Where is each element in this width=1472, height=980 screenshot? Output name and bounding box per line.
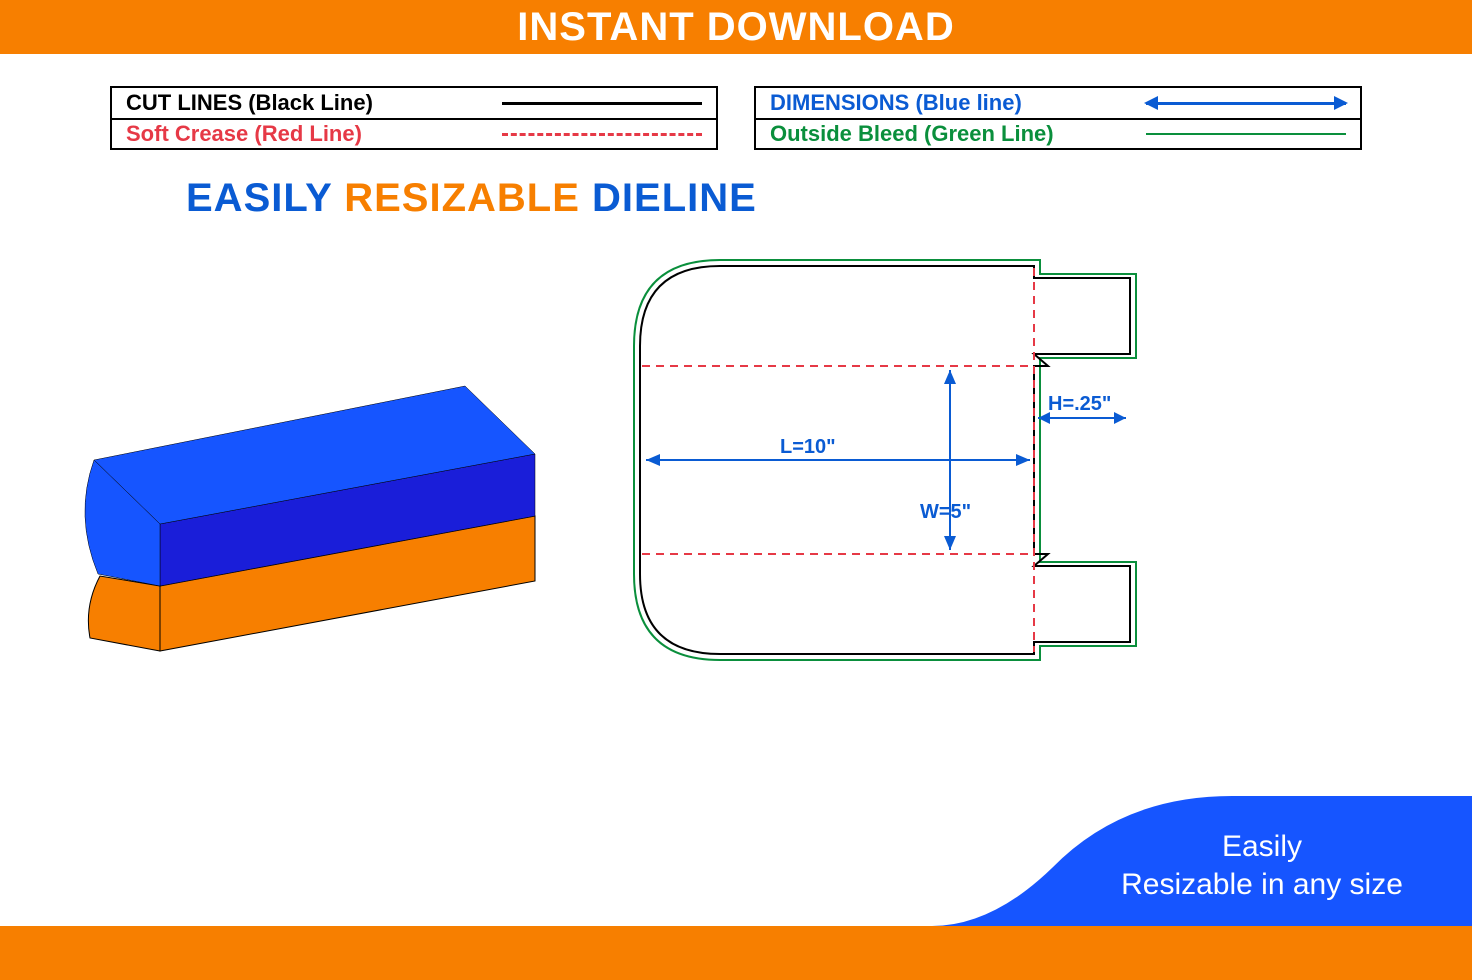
dim-H-label: H=.25" [1048, 393, 1111, 415]
legend-dim-label: DIMENSIONS (Blue line) [770, 90, 1146, 116]
footer-line2: Resizable in any size [1121, 868, 1403, 901]
dieline: L=10" W=5" H=.25" [630, 258, 1140, 662]
legend-cut-label: CUT LINES (Black Line) [126, 90, 502, 116]
legend-crease: Soft Crease (Red Line) [112, 118, 716, 148]
header-banner: INSTANT DOWNLOAD [0, 0, 1472, 54]
legend-left: CUT LINES (Black Line) Soft Crease (Red … [110, 86, 718, 150]
green-line-icon [1146, 124, 1346, 144]
footer-swoosh: Easily Resizable in any size [932, 796, 1472, 926]
dim-L: L=10" [646, 436, 1030, 466]
legend-cut: CUT LINES (Black Line) [112, 88, 716, 118]
solid-line-icon [502, 93, 702, 113]
subhead-word-2: RESIZABLE [344, 176, 580, 220]
subhead-word-1: EASILY [186, 176, 332, 220]
dim-W-label: W=5" [920, 501, 971, 523]
mockup-front-curve [88, 576, 160, 651]
legend-crease-label: Soft Crease (Red Line) [126, 121, 502, 147]
legend-right: DIMENSIONS (Blue line) Outside Bleed (Gr… [754, 86, 1362, 150]
dash-line-icon [502, 124, 702, 144]
box-mockup [80, 376, 550, 666]
footer-banner [0, 926, 1472, 980]
dim-L-label: L=10" [780, 436, 836, 458]
legend-bleed-label: Outside Bleed (Green Line) [770, 121, 1146, 147]
legend-dim: DIMENSIONS (Blue line) [756, 88, 1360, 118]
footer-line1: Easily [1222, 830, 1302, 863]
arrow-line-icon [1146, 93, 1346, 113]
legend-bleed: Outside Bleed (Green Line) [756, 118, 1360, 148]
subhead-word-3: DIELINE [592, 176, 757, 220]
sub-heading: EASILY RESIZABLE DIELINE [186, 176, 757, 221]
dim-H: H=.25" [1038, 393, 1126, 424]
header-title: INSTANT DOWNLOAD [517, 5, 954, 49]
legend: CUT LINES (Black Line) Soft Crease (Red … [110, 86, 1362, 150]
